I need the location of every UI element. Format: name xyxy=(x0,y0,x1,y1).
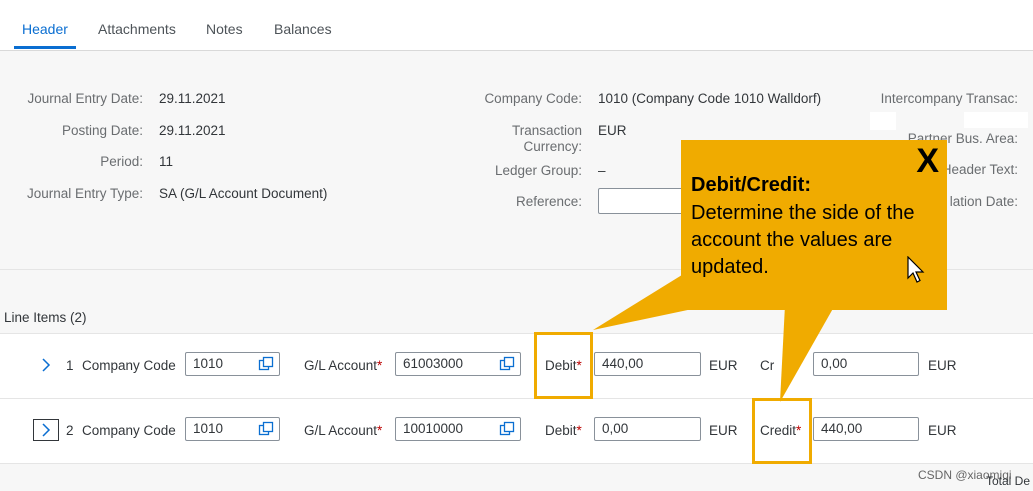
debit-input[interactable]: 0,00 xyxy=(594,417,701,441)
company-code-input-value: 1010 xyxy=(193,421,224,436)
active-tab-indicator xyxy=(14,46,76,49)
line-item-number: 1 xyxy=(66,358,74,373)
masked-area xyxy=(870,112,896,130)
debit-input-value: 0,00 xyxy=(602,421,629,436)
credit-input-value: 0,00 xyxy=(821,356,848,371)
tab-header[interactable]: Header xyxy=(22,21,68,37)
chevron-right-icon[interactable] xyxy=(33,419,59,441)
company-code-label: Company Code xyxy=(82,358,176,373)
transaction-currency-value: EUR xyxy=(598,123,627,138)
credit-input[interactable]: 0,00 xyxy=(813,352,919,376)
value-help-icon[interactable] xyxy=(499,421,515,437)
callout-text: Determine the side of the account the va… xyxy=(691,202,915,278)
debit-currency: EUR xyxy=(709,423,738,438)
gl-account-label: G/L Account* xyxy=(304,358,383,373)
period-value: 11 xyxy=(159,154,174,169)
gl-account-input[interactable]: 10010000 xyxy=(395,417,521,441)
tab-bar: Header Attachments Notes Balances xyxy=(0,8,1033,51)
debit-label: Debit* xyxy=(545,423,582,438)
line-items-title: Line Items (2) xyxy=(4,310,87,325)
period-label: Period: xyxy=(100,154,143,169)
credit-label: Cr xyxy=(760,358,775,373)
debit-currency: EUR xyxy=(709,358,738,373)
reference-label: Reference: xyxy=(515,194,582,209)
debit-input[interactable]: 440,00 xyxy=(594,352,701,376)
chevron-right-icon[interactable] xyxy=(33,354,59,376)
masked-area xyxy=(964,112,1028,128)
gl-account-label: G/L Account* xyxy=(304,423,383,438)
mouse-cursor-icon xyxy=(907,256,925,283)
credit-input-value: 440,00 xyxy=(821,421,863,436)
value-help-icon[interactable] xyxy=(258,356,274,372)
gl-account-input[interactable]: 61003000 xyxy=(395,352,521,376)
journal-entry-date-value: 29.11.2021 xyxy=(159,91,226,106)
posting-date-value: 29.11.2021 xyxy=(159,123,226,138)
credit-currency: EUR xyxy=(928,358,957,373)
company-code-value: 1010 (Company Code 1010 Walldorf) xyxy=(598,91,822,106)
credit-input[interactable]: 440,00 xyxy=(813,417,919,441)
intercompany-label: Intercompany Transac: xyxy=(880,91,1018,106)
gl-account-input-value: 61003000 xyxy=(403,356,464,371)
ledger-group-label: Ledger Group: xyxy=(494,163,582,178)
value-help-icon[interactable] xyxy=(499,356,515,372)
company-code-label: Company Code: xyxy=(484,91,582,106)
table-row: 1 Company Code 1010 G/L Account* 6100300… xyxy=(0,333,1033,398)
journal-entry-type-label: Journal Entry Type: xyxy=(26,186,143,201)
journal-entry-type-value: SA (G/L Account Document) xyxy=(159,186,328,201)
debit-highlight-box xyxy=(534,332,593,399)
value-help-icon[interactable] xyxy=(258,421,274,437)
table-row: 2 Company Code 1010 G/L Account* 1001000… xyxy=(0,398,1033,464)
journal-entry-date-label: Journal Entry Date: xyxy=(27,91,143,106)
credit-highlight-box xyxy=(752,398,812,464)
total-label: Total De xyxy=(986,474,1031,488)
tutorial-callout: X Debit/Credit: Determine the side of th… xyxy=(681,140,947,310)
company-code-input[interactable]: 1010 xyxy=(185,352,280,376)
top-band xyxy=(0,0,1033,8)
transaction-currency-label-line1: Transaction xyxy=(511,123,582,138)
company-code-input[interactable]: 1010 xyxy=(185,417,280,441)
line-item-number: 2 xyxy=(66,423,74,438)
ledger-group-value: – xyxy=(598,163,606,178)
posting-date-label: Posting Date: xyxy=(61,123,143,138)
tab-attachments[interactable]: Attachments xyxy=(98,21,176,37)
company-code-input-value: 1010 xyxy=(193,356,224,371)
transaction-currency-label-line2: Currency: xyxy=(523,139,582,154)
tab-balances[interactable]: Balances xyxy=(274,21,332,37)
credit-currency: EUR xyxy=(928,423,957,438)
close-icon[interactable]: X xyxy=(916,142,939,181)
callout-title: Debit/Credit: xyxy=(691,174,811,196)
company-code-label: Company Code xyxy=(82,423,176,438)
reference-input[interactable] xyxy=(598,188,690,214)
debit-input-value: 440,00 xyxy=(602,356,644,371)
gl-account-input-value: 10010000 xyxy=(403,421,464,436)
tab-notes[interactable]: Notes xyxy=(206,21,243,37)
